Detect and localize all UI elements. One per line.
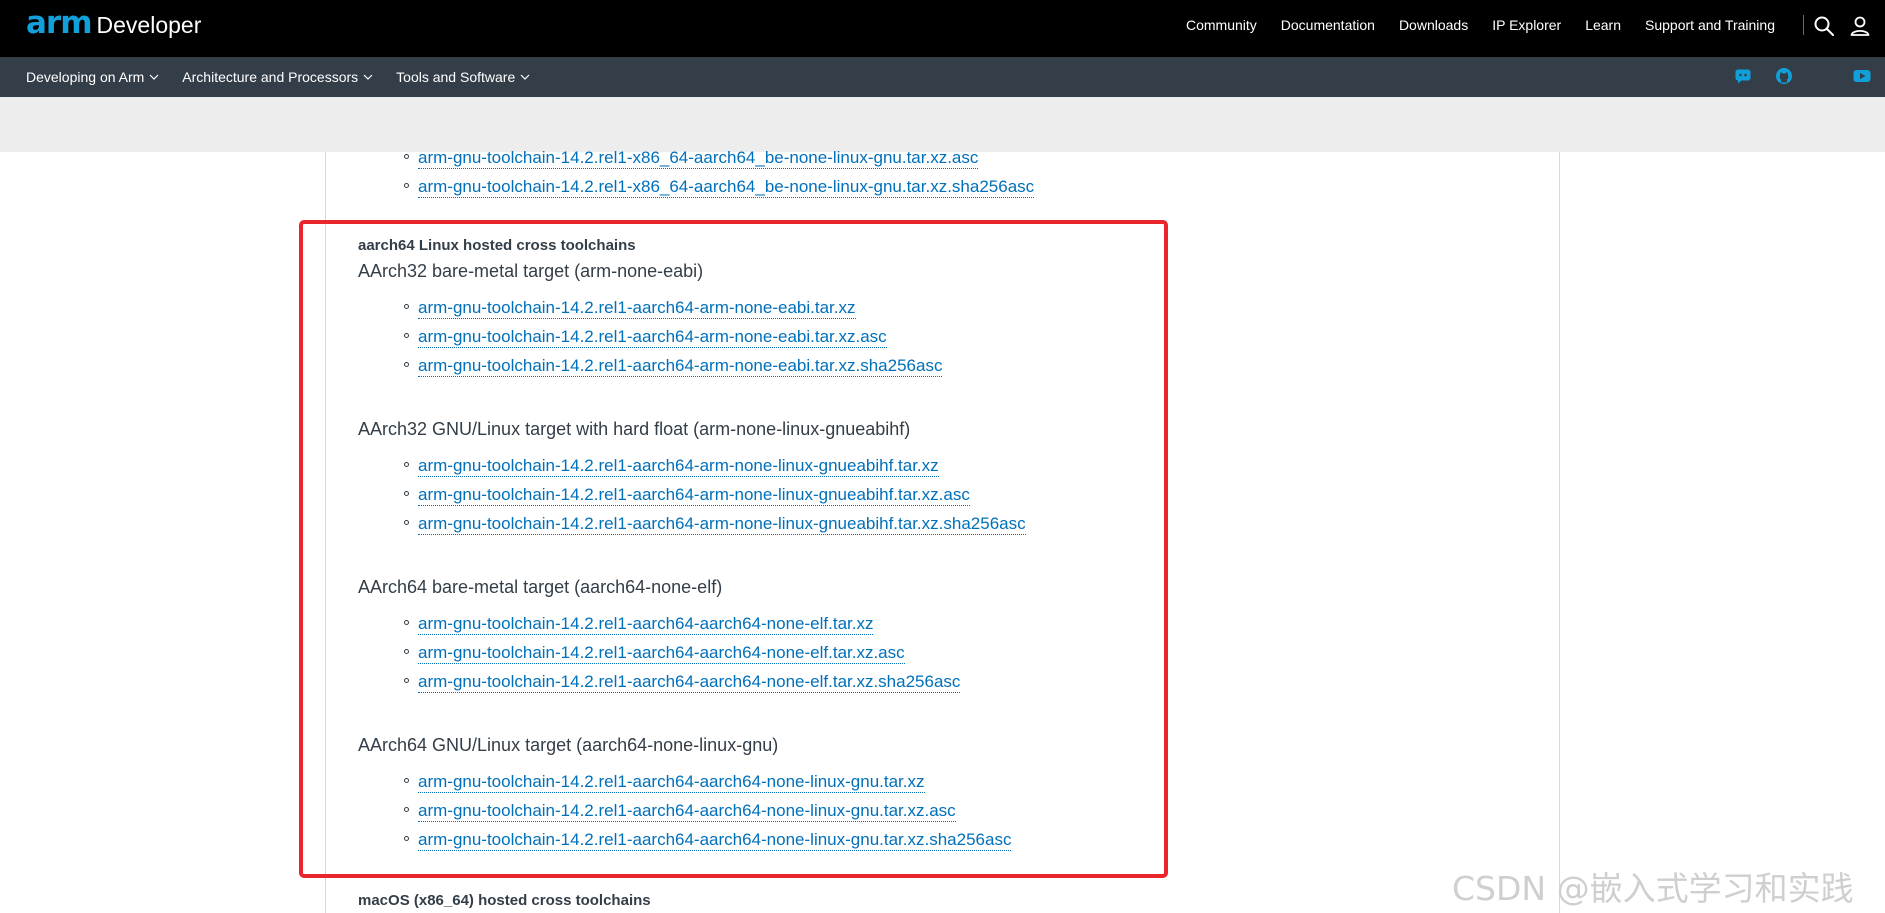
- subnav-label: Developing on Arm: [26, 69, 145, 85]
- bullet: [404, 620, 409, 625]
- nav-downloads[interactable]: Downloads: [1399, 17, 1468, 33]
- section-title: aarch64 Linux hosted cross toolchains: [358, 237, 636, 254]
- group-heading: AArch32 bare-metal target (arm-none-eabi…: [358, 261, 704, 281]
- bullet: [404, 333, 409, 338]
- bullet: [404, 362, 409, 367]
- chevron-down-icon: [363, 74, 373, 80]
- list-item: arm-gnu-toolchain-14.2.rel1-aarch64-arm-…: [404, 514, 1026, 535]
- bullet: [404, 807, 409, 812]
- download-link[interactable]: arm-gnu-toolchain-14.2.rel1-aarch64-aarc…: [418, 801, 956, 822]
- secondary-nav: Developing on Arm Architecture and Proce…: [0, 57, 1885, 97]
- nav-documentation[interactable]: Documentation: [1281, 17, 1375, 33]
- page-banner-strip: [0, 97, 1885, 152]
- download-link[interactable]: arm-gnu-toolchain-14.2.rel1-aarch64-arm-…: [418, 356, 943, 377]
- bullet: [404, 304, 409, 309]
- github-icon[interactable]: [1775, 67, 1793, 85]
- group-heading: AArch64 GNU/Linux target (aarch64-none-l…: [358, 735, 779, 755]
- download-link[interactable]: arm-gnu-toolchain-14.2.rel1-aarch64-aarc…: [418, 643, 905, 664]
- chevron-down-icon: [149, 74, 159, 80]
- top-nav: Community Documentation Downloads IP Exp…: [1186, 17, 1775, 33]
- download-link[interactable]: arm-gnu-toolchain-14.2.rel1-aarch64-aarc…: [418, 614, 874, 635]
- bullet: [404, 491, 409, 496]
- next-section-title: macOS (x86_64) hosted cross toolchains: [358, 892, 651, 909]
- list-item: arm-gnu-toolchain-14.2.rel1-aarch64-aarc…: [404, 830, 1012, 851]
- nav-divider: [1803, 15, 1804, 35]
- download-link[interactable]: arm-gnu-toolchain-14.2.rel1-aarch64-arm-…: [418, 298, 856, 319]
- bullet: [404, 183, 409, 188]
- download-link[interactable]: arm-gnu-toolchain-14.2.rel1-aarch64-arm-…: [418, 485, 970, 506]
- bullet: [404, 462, 409, 467]
- list-item: arm-gnu-toolchain-14.2.rel1-aarch64-arm-…: [404, 298, 856, 319]
- youtube-icon[interactable]: [1853, 67, 1871, 85]
- user-icon[interactable]: [1848, 14, 1872, 38]
- discord-icon[interactable]: [1734, 67, 1752, 85]
- list-item: arm-gnu-toolchain-14.2.rel1-aarch64-arm-…: [404, 456, 939, 477]
- download-link[interactable]: arm-gnu-toolchain-14.2.rel1-aarch64-arm-…: [418, 327, 887, 348]
- bullet: [404, 649, 409, 654]
- csdn-watermark: CSDN @嵌入式学习和实践: [1452, 869, 1854, 908]
- list-item: arm-gnu-toolchain-14.2.rel1-aarch64-aarc…: [404, 614, 874, 635]
- bullet: [404, 520, 409, 525]
- arm-developer-logo[interactable]: arm Developer: [26, 8, 201, 40]
- chevron-down-icon: [520, 74, 530, 80]
- nav-support-and-training[interactable]: Support and Training: [1645, 17, 1775, 33]
- nav-ip-explorer[interactable]: IP Explorer: [1492, 17, 1561, 33]
- bullet: [404, 678, 409, 683]
- download-link[interactable]: arm-gnu-toolchain-14.2.rel1-aarch64-aarc…: [418, 672, 961, 693]
- list-item: arm-gnu-toolchain-14.2.rel1-aarch64-arm-…: [404, 356, 943, 377]
- subnav-developing-on-arm[interactable]: Developing on Arm: [26, 69, 159, 85]
- group-heading: AArch32 GNU/Linux target with hard float…: [358, 419, 911, 439]
- download-link[interactable]: arm-gnu-toolchain-14.2.rel1-x86_64-aarch…: [418, 177, 1035, 198]
- group-heading: AArch64 bare-metal target (aarch64-none-…: [358, 577, 723, 597]
- search-icon[interactable]: [1812, 14, 1836, 38]
- list-item: arm-gnu-toolchain-14.2.rel1-aarch64-aarc…: [404, 643, 905, 664]
- logo-developer-text: Developer: [96, 12, 202, 38]
- bullet: [404, 836, 409, 841]
- subnav-architecture-and-processors[interactable]: Architecture and Processors: [182, 69, 373, 85]
- download-link[interactable]: arm-gnu-toolchain-14.2.rel1-aarch64-aarc…: [418, 830, 1012, 851]
- download-link[interactable]: arm-gnu-toolchain-14.2.rel1-aarch64-arm-…: [418, 456, 939, 477]
- download-link[interactable]: arm-gnu-toolchain-14.2.rel1-aarch64-aarc…: [418, 772, 925, 793]
- download-link[interactable]: arm-gnu-toolchain-14.2.rel1-aarch64-arm-…: [418, 514, 1026, 535]
- subnav-tools-and-software[interactable]: Tools and Software: [396, 69, 530, 85]
- nav-learn[interactable]: Learn: [1585, 17, 1621, 33]
- top-header: arm Developer Community Documentation Do…: [0, 0, 1885, 57]
- list-item: arm-gnu-toolchain-14.2.rel1-aarch64-aarc…: [404, 801, 956, 822]
- bullet: [404, 778, 409, 783]
- list-item: arm-gnu-toolchain-14.2.rel1-x86_64-aarch…: [404, 177, 1035, 198]
- content-right-border: [1559, 152, 1560, 913]
- download-link[interactable]: arm-gnu-toolchain-14.2.rel1-x86_64-aarch…: [418, 148, 979, 169]
- bullet: [404, 154, 409, 159]
- list-item: arm-gnu-toolchain-14.2.rel1-aarch64-aarc…: [404, 772, 925, 793]
- logo-arm-text: arm: [26, 5, 93, 41]
- subnav-label: Tools and Software: [396, 69, 516, 85]
- list-item: arm-gnu-toolchain-14.2.rel1-aarch64-arm-…: [404, 327, 887, 348]
- nav-community[interactable]: Community: [1186, 17, 1257, 33]
- subnav-label: Architecture and Processors: [182, 69, 359, 85]
- list-item: arm-gnu-toolchain-14.2.rel1-aarch64-aarc…: [404, 672, 961, 693]
- list-item: arm-gnu-toolchain-14.2.rel1-aarch64-arm-…: [404, 485, 970, 506]
- list-item: arm-gnu-toolchain-14.2.rel1-x86_64-aarch…: [404, 148, 979, 169]
